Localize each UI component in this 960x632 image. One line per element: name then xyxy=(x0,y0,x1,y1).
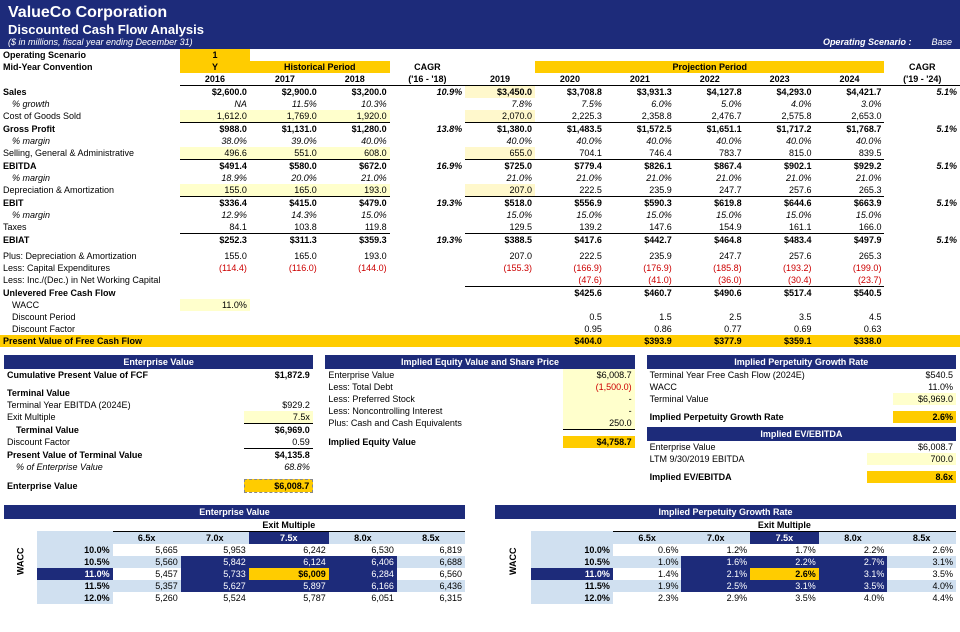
eq-box: Implied Equity Value and Share Price Ent… xyxy=(325,355,634,493)
proj-period: Projection Period xyxy=(535,61,884,73)
units: ($ in millions, fiscal year ending Decem… xyxy=(8,37,193,47)
header: ValueCo Corporation Discounted Cash Flow… xyxy=(0,0,960,49)
hist-period: Historical Period xyxy=(250,61,390,73)
cagr-hist: CAGR xyxy=(390,61,465,73)
company-title: ValueCo Corporation xyxy=(8,4,952,22)
os-label: Operating Scenario xyxy=(0,49,180,61)
os-val: 1 xyxy=(180,49,250,61)
perp-box: Implied Perpetuity Growth Rate Terminal … xyxy=(647,355,956,493)
scenario-label: Operating Scenario : xyxy=(823,37,912,47)
mid-label: Mid-Year Convention xyxy=(0,61,180,73)
ev-box: Enterprise Value Cumulative Present Valu… xyxy=(4,355,313,493)
analysis-title: Discounted Cash Flow Analysis xyxy=(8,22,952,37)
cagr-proj: CAGR xyxy=(884,61,960,73)
dcf-table: Operating Scenario 1 Mid-Year Convention… xyxy=(0,49,960,347)
scenario-value: Base xyxy=(931,37,952,47)
sens-ev: Enterprise Value WACC Exit Multiple 6.5x… xyxy=(4,505,465,604)
mid-val: Y xyxy=(180,61,250,73)
sens-perp: Implied Perpetuity Growth Rate WACC Exit… xyxy=(495,505,956,604)
